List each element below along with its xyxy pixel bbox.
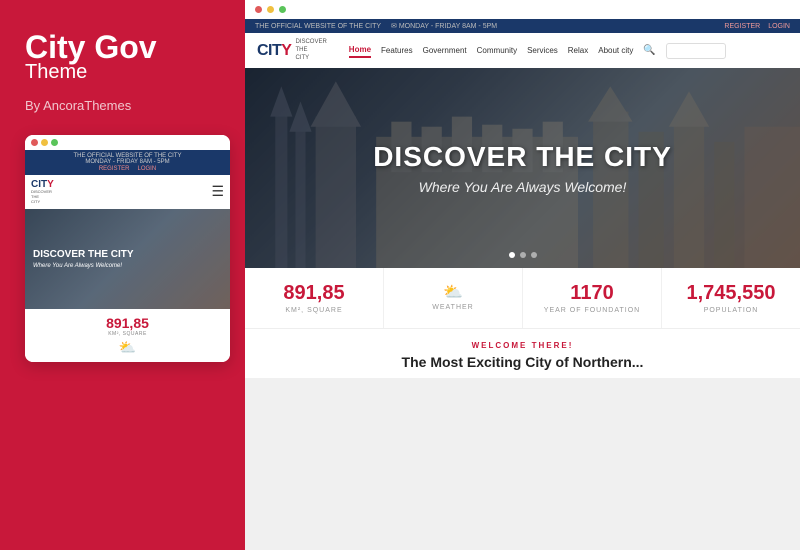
right-panel: THE OFFICIAL WEBSITE OF THE CITY ✉ MONDA…: [245, 0, 800, 550]
stat-square: 891,85 KM², SQUARE: [245, 268, 384, 328]
desk-stats: 891,85 KM², SQUARE ⛅ WEATHER 1170 YEAR O…: [245, 268, 800, 329]
hero-content: DISCOVER THE CITY Where You Are Always W…: [245, 68, 800, 268]
desk-hero: DISCOVER THE CITY Where You Are Always W…: [245, 68, 800, 268]
stat-weather: ⛅ WEATHER: [384, 268, 523, 328]
mobile-top-bar: THE OFFICIAL WEBSITE OF THE CITY MONDAY …: [25, 150, 230, 175]
mobile-hero: DISCOVER THE CITY Where You Are Always W…: [25, 209, 230, 309]
desk-nav-links: Home Features Government Community Servi…: [349, 43, 788, 59]
nav-community[interactable]: Community: [477, 44, 517, 57]
theme-title: City Gov Theme: [25, 30, 225, 84]
weather-icon: ⛅: [394, 282, 512, 302]
mobile-nav: CITY DISCOVERTHECITY ☰: [25, 175, 230, 208]
dot-red: [31, 139, 38, 146]
welcome-title: The Most Exciting City of Northern...: [265, 354, 780, 370]
mobile-stats: 891,85 KM², SQUARE ⛅: [25, 309, 230, 362]
desktop-mockup: THE OFFICIAL WEBSITE OF THE CITY ✉ MONDA…: [245, 19, 800, 550]
nav-government[interactable]: Government: [423, 44, 467, 57]
desk-logo: CITY DISCOVERTHECITY: [257, 39, 327, 62]
stat-population: 1,745,550 POPULATION: [662, 268, 800, 328]
hamburger-icon[interactable]: ☰: [211, 183, 224, 200]
dt-dot-green: [279, 6, 286, 13]
nav-about[interactable]: About city: [598, 44, 633, 57]
hero-dots: [509, 252, 537, 258]
dt-dot-yellow: [267, 6, 274, 13]
hero-dot-1[interactable]: [509, 252, 515, 258]
hero-title: DISCOVER THE CITY: [373, 141, 672, 173]
search-icon[interactable]: 🔍: [643, 45, 655, 56]
mobile-mockup: THE OFFICIAL WEBSITE OF THE CITY MONDAY …: [25, 135, 230, 361]
hero-dot-2[interactable]: [520, 252, 526, 258]
hero-dot-3[interactable]: [531, 252, 537, 258]
theme-by: By AncoraThemes: [25, 98, 225, 113]
desk-welcome: WELCOME THERE! The Most Exciting City of…: [245, 329, 800, 378]
dot-yellow: [41, 139, 48, 146]
dt-dot-red: [255, 6, 262, 13]
nav-relax[interactable]: Relax: [568, 44, 588, 57]
mobile-titlebar: [25, 135, 230, 150]
left-panel: City Gov Theme By AncoraThemes THE OFFIC…: [0, 0, 245, 550]
stat-foundation: 1170 YEAR OF FOUNDATION: [523, 268, 662, 328]
weather-icon: ⛅: [31, 339, 224, 356]
hero-subtitle: Where You Are Always Welcome!: [419, 179, 627, 195]
nav-services[interactable]: Services: [527, 44, 558, 57]
dot-green: [51, 139, 58, 146]
desk-nav: CITY DISCOVERTHECITY Home Features Gover…: [245, 33, 800, 68]
desk-top-bar: THE OFFICIAL WEBSITE OF THE CITY ✉ MONDA…: [245, 19, 800, 33]
nav-home[interactable]: Home: [349, 43, 371, 58]
desktop-titlebar: [245, 0, 800, 19]
search-input[interactable]: [666, 43, 726, 59]
nav-features[interactable]: Features: [381, 44, 413, 57]
welcome-label: WELCOME THERE!: [265, 341, 780, 350]
